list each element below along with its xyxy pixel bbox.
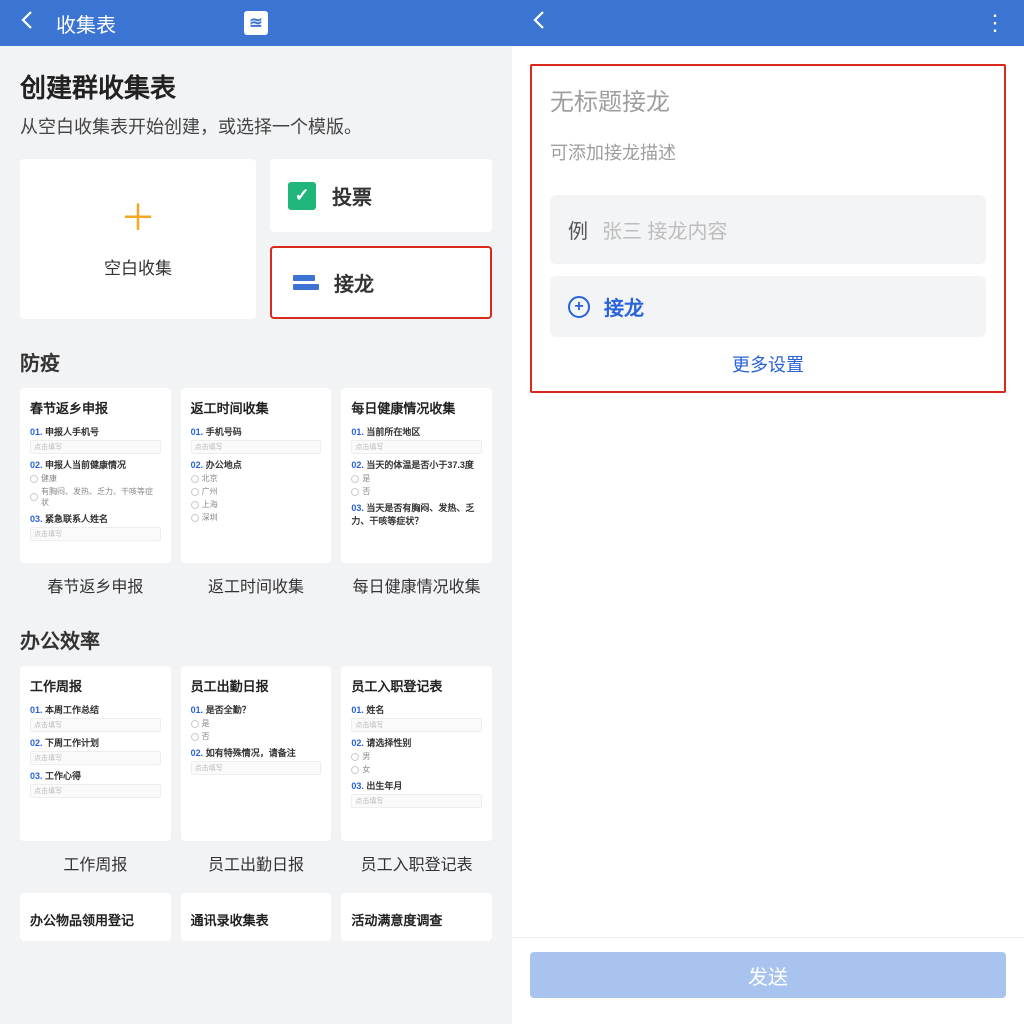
template-field: 02. 请选择性别 [351, 736, 482, 749]
template-label: 返工时间收集 [181, 573, 332, 597]
template-radio-option: 有胸闷、发热、乏力、干咳等症状 [30, 486, 161, 508]
template-card-title: 每日健康情况收集 [351, 398, 482, 417]
template-field: 03. 紧急联系人姓名 [30, 512, 161, 525]
template-radio-option: 女 [351, 764, 482, 775]
template-card[interactable]: 返工时间收集 01. 手机号码点击填写 02. 办公地点北京广州上海深圳 [181, 388, 332, 563]
template-label: 每日健康情况收集 [341, 573, 492, 597]
main-heading: 创建群收集表 [20, 68, 492, 105]
template-field: 01. 本周工作总结 [30, 703, 161, 716]
back-icon[interactable] [10, 4, 46, 43]
vote-icon: ✓ [288, 182, 316, 210]
left-topbar: 收集表 ≊ [0, 0, 512, 46]
template-card-title: 员工出勤日报 [191, 676, 322, 695]
template-card-title: 春节返乡申报 [30, 398, 161, 417]
plus-icon: ＋ [120, 200, 156, 236]
chain-label: 接龙 [334, 268, 374, 297]
template-card[interactable]: 每日健康情况收集 01. 当前所在地区点击填写 02. 当天的体温是否小于37.3度… [341, 388, 492, 563]
template-field: 02. 下周工作计划 [30, 736, 161, 749]
more-vert-icon[interactable]: ⋮ [976, 6, 1014, 40]
form-app-icon[interactable]: ≊ [244, 11, 268, 35]
add-chain-label: 接龙 [604, 292, 644, 321]
chain-card[interactable]: 接龙 [270, 246, 492, 319]
blank-collect-card[interactable]: ＋ 空白收集 [20, 159, 256, 319]
template-label: 员工出勤日报 [181, 851, 332, 875]
back-icon[interactable] [522, 4, 558, 43]
plus-circle-icon: + [568, 296, 590, 318]
template-card[interactable]: 工作周报 01. 本周工作总结点击填写 02. 下周工作计划点击填写 03. 工作心得… [20, 666, 171, 841]
template-card-title: 通讯录收集表 [191, 910, 269, 929]
template-radio-option: 是 [191, 718, 322, 729]
section-b-title: 办公效率 [20, 625, 492, 654]
template-field: 01. 当前所在地区 [351, 425, 482, 438]
more-settings-link[interactable]: 更多设置 [550, 351, 986, 377]
template-input-placeholder: 点击填写 [191, 440, 322, 454]
template-radio-option: 男 [351, 751, 482, 762]
add-chain-button[interactable]: + 接龙 [550, 276, 986, 337]
template-field: 01. 是否全勤？ [191, 703, 322, 716]
template-field: 01. 姓名 [351, 703, 482, 716]
template-field: 03. 工作心得 [30, 769, 161, 782]
template-card-title: 员工入职登记表 [351, 676, 482, 695]
template-input-placeholder: 点击填写 [30, 718, 161, 732]
template-card-title: 返工时间收集 [191, 398, 322, 417]
template-radio-option: 否 [351, 486, 482, 497]
template-field: 03. 出生年月 [351, 779, 482, 792]
template-input-placeholder: 点击填写 [351, 718, 482, 732]
template-input-placeholder: 点击填写 [30, 751, 161, 765]
template-label: 工作周报 [20, 851, 171, 875]
template-input-placeholder: 点击填写 [30, 527, 161, 541]
template-card[interactable]: 员工出勤日报 01. 是否全勤？ 是否 02. 如有特殊情况，请备注点击填写 [181, 666, 332, 841]
template-radio-option: 健康 [30, 473, 161, 484]
template-input-placeholder: 点击填写 [30, 784, 161, 798]
template-card[interactable]: 活动满意度调查 [341, 893, 492, 941]
template-field: 01. 申报人手机号 [30, 425, 161, 438]
template-card[interactable]: 员工入职登记表 01. 姓名点击填写 02. 请选择性别男女 03. 出生年月点击填写 [341, 666, 492, 841]
right-topbar: ⋮ [512, 0, 1024, 46]
page-title: 收集表 [56, 9, 116, 38]
template-field: 02. 如有特殊情况，请备注 [191, 746, 322, 759]
template-field: 02. 办公地点 [191, 458, 322, 471]
template-label: 春节返乡申报 [20, 573, 171, 597]
template-input-placeholder: 点击填写 [30, 440, 161, 454]
template-input-placeholder: 点击填写 [351, 440, 482, 454]
template-radio-option: 上海 [191, 499, 322, 510]
template-card-title: 工作周报 [30, 676, 161, 695]
template-radio-option: 是 [351, 473, 482, 484]
example-hint: 张三 接龙内容 [602, 215, 728, 244]
template-field: 01. 手机号码 [191, 425, 322, 438]
template-card[interactable]: 春节返乡申报 01. 申报人手机号点击填写 02. 申报人当前健康情况健康有胸闷、发… [20, 388, 171, 563]
template-field: 02. 当天的体温是否小于37.3度 [351, 458, 482, 471]
template-card-title: 活动满意度调查 [351, 910, 442, 929]
template-radio-option: 广州 [191, 486, 322, 497]
chain-title-input[interactable]: 无标题接龙 [550, 82, 986, 117]
vote-label: 投票 [332, 181, 372, 210]
chain-desc-input[interactable]: 可添加接龙描述 [550, 139, 986, 165]
template-field: 02. 申报人当前健康情况 [30, 458, 161, 471]
sub-heading: 从空白收集表开始创建，或选择一个模版。 [20, 113, 492, 139]
section-a-title: 防疫 [20, 347, 492, 376]
template-input-placeholder: 点击填写 [191, 761, 322, 775]
template-field: 03. 当天是否有胸闷、发热、乏力、干咳等症状？ [351, 501, 482, 527]
template-card[interactable]: 办公物品领用登记 [20, 893, 171, 941]
template-radio-option: 深圳 [191, 512, 322, 523]
template-card[interactable]: 通讯录收集表 [181, 893, 332, 941]
template-card-title: 办公物品领用登记 [30, 910, 134, 929]
chain-icon [290, 269, 318, 297]
template-radio-option: 北京 [191, 473, 322, 484]
vote-card[interactable]: ✓ 投票 [270, 159, 492, 232]
send-button[interactable]: 发送 [530, 952, 1006, 998]
template-label: 员工入职登记表 [341, 851, 492, 875]
template-radio-option: 否 [191, 731, 322, 742]
example-tag: 例 [568, 215, 588, 244]
blank-collect-label: 空白收集 [104, 254, 172, 279]
chain-form-frame: 无标题接龙 可添加接龙描述 例 张三 接龙内容 + 接龙 更多设置 [530, 64, 1006, 393]
example-row[interactable]: 例 张三 接龙内容 [550, 195, 986, 264]
template-input-placeholder: 点击填写 [351, 794, 482, 808]
